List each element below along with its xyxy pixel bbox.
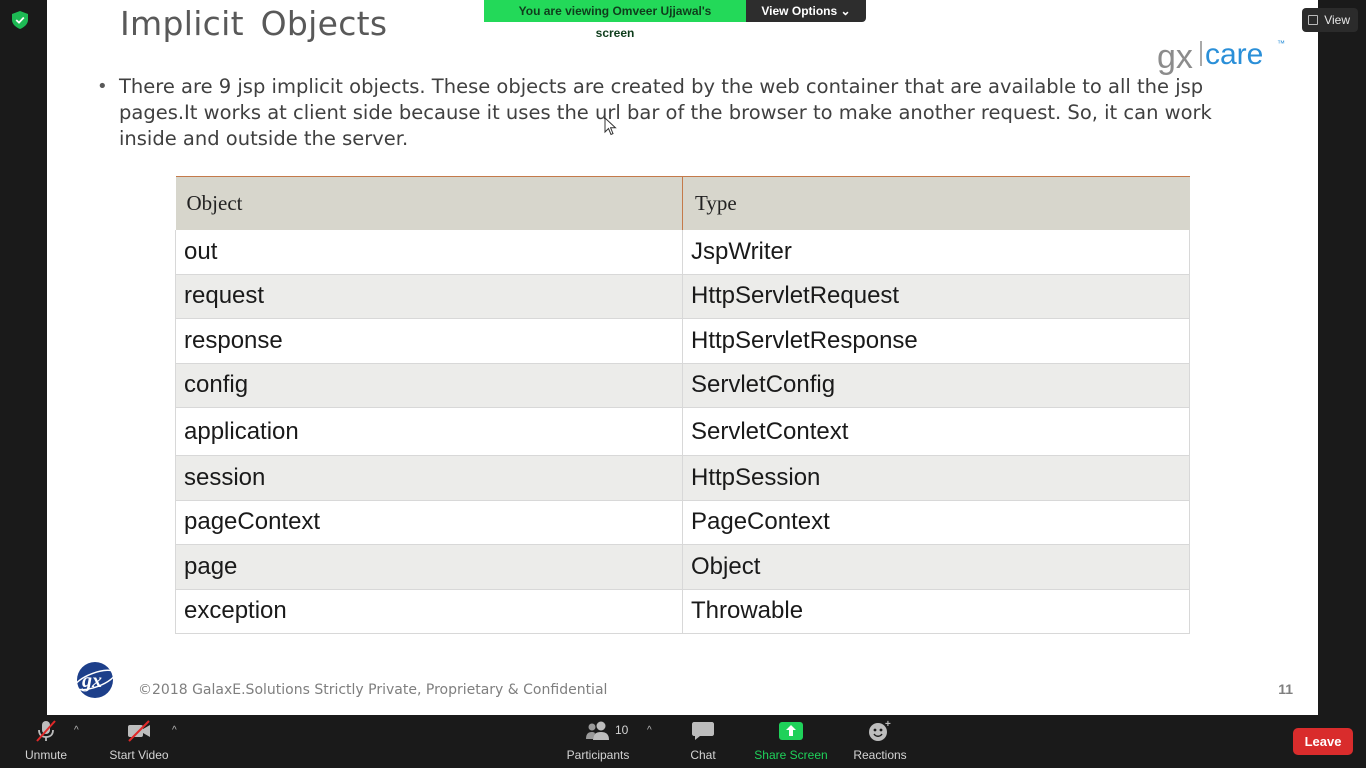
chat-label: Chat	[690, 748, 716, 762]
meeting-toolbar: Unmute ^ Start Video ^ Participants 10 ^…	[0, 715, 1366, 768]
svg-text:™: ™	[1277, 39, 1285, 48]
table-row: out JspWriter	[175, 229, 1190, 275]
table-header-row: Object Type	[175, 176, 1190, 230]
bullet-text: There are 9 jsp implicit objects. These …	[119, 75, 1212, 150]
participants-label: Participants	[566, 748, 630, 762]
participants-icon	[584, 719, 612, 743]
header-object: Object	[175, 176, 683, 230]
object-cell: session	[175, 455, 683, 501]
object-cell: response	[175, 318, 683, 364]
type-cell: JspWriter	[682, 229, 1190, 275]
svg-text:gx: gx	[81, 670, 102, 692]
svg-text:gx: gx	[1157, 38, 1193, 76]
share-screen-label: Share Screen	[754, 748, 828, 762]
start-video-button[interactable]: Start Video	[106, 715, 172, 768]
slide-page-number: 11	[1278, 681, 1293, 697]
view-options-label: View Options	[761, 4, 838, 18]
galaxe-logo-icon: gx	[74, 662, 116, 698]
type-cell: ServletContext	[682, 407, 1190, 456]
participants-caret-icon[interactable]: ^	[647, 725, 652, 736]
table-row: session HttpSession	[175, 455, 1190, 501]
svg-text:+: +	[885, 719, 891, 730]
object-cell: request	[175, 274, 683, 319]
type-cell: HttpSession	[682, 455, 1190, 501]
view-button-label: View	[1324, 13, 1350, 27]
share-screen-icon	[778, 719, 804, 743]
slide-title: Implicit Objects	[120, 4, 388, 43]
svg-text:care: care	[1205, 38, 1263, 71]
view-options-button[interactable]: View Options ⌄	[746, 0, 866, 22]
unmute-button[interactable]: Unmute	[22, 715, 70, 768]
table-row: config ServletConfig	[175, 363, 1190, 408]
type-cell: HttpServletResponse	[682, 318, 1190, 364]
object-cell: exception	[175, 589, 683, 634]
view-button[interactable]: View	[1302, 8, 1358, 32]
microphone-muted-icon	[34, 719, 58, 743]
shield-icon[interactable]	[12, 11, 28, 29]
table-row: pageContext PageContext	[175, 500, 1190, 545]
audio-options-caret-icon[interactable]: ^	[74, 725, 79, 736]
type-cell: PageContext	[682, 500, 1190, 545]
object-cell: out	[175, 229, 683, 275]
reactions-icon: +	[867, 719, 893, 743]
mouse-cursor-icon	[604, 117, 617, 136]
chevron-down-icon: ⌄	[840, 4, 851, 18]
type-cell: HttpServletRequest	[682, 274, 1190, 319]
table-row: response HttpServletResponse	[175, 318, 1190, 364]
bullet-dot: •	[97, 76, 108, 97]
type-cell: ServletConfig	[682, 363, 1190, 408]
object-cell: config	[175, 363, 683, 408]
type-cell: Object	[682, 544, 1190, 590]
shared-screen: Implicit Objects gx care ™ • There are 9…	[47, 0, 1318, 715]
reactions-button[interactable]: + Reactions	[852, 715, 908, 768]
chat-button[interactable]: Chat	[682, 715, 724, 768]
slide-bullet: • There are 9 jsp implicit objects. Thes…	[97, 74, 1239, 152]
type-cell: Throwable	[682, 589, 1190, 634]
header-type: Type	[682, 176, 1190, 230]
start-video-label: Start Video	[109, 748, 169, 762]
object-cell: page	[175, 544, 683, 590]
chat-icon	[691, 719, 715, 743]
video-off-icon	[126, 719, 152, 743]
unmute-label: Unmute	[24, 748, 68, 762]
table-row: exception Throwable	[175, 589, 1190, 634]
reactions-label: Reactions	[853, 748, 907, 762]
table-row: application ServletContext	[175, 407, 1190, 456]
video-options-caret-icon[interactable]: ^	[172, 725, 177, 736]
table-row: page Object	[175, 544, 1190, 590]
share-screen-button[interactable]: Share Screen	[754, 715, 828, 768]
footer-copyright: ©2018 GalaxE.Solutions Strictly Private,…	[138, 682, 608, 698]
zoom-meeting-window: Implicit Objects gx care ™ • There are 9…	[0, 0, 1366, 768]
object-cell: application	[175, 407, 683, 456]
viewing-message: You are viewing Omveer Ujjawal's screen	[484, 0, 746, 40]
implicit-objects-table: Object Type out JspWriter request HttpSe…	[175, 176, 1190, 634]
grid-view-icon	[1308, 15, 1319, 25]
participants-count: 10	[615, 723, 629, 737]
object-cell: pageContext	[175, 500, 683, 545]
leave-button[interactable]: Leave	[1293, 728, 1353, 755]
viewing-banner: You are viewing Omveer Ujjawal's screen …	[484, 0, 866, 40]
table-row: request HttpServletRequest	[175, 274, 1190, 319]
